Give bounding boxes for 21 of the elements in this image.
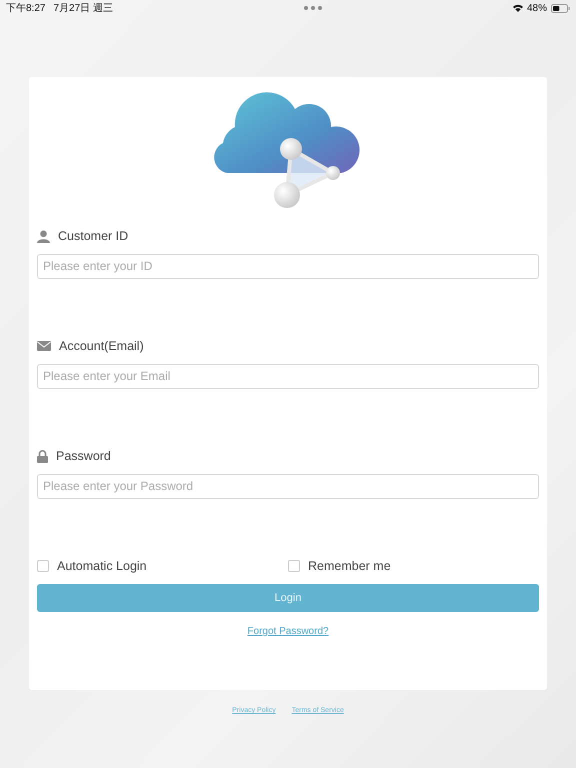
battery-icon — [550, 4, 570, 12]
checkbox-label[interactable]: Remember me — [308, 557, 391, 576]
input-field[interactable]: Please enter your ID — [37, 254, 539, 279]
checkbox[interactable] — [37, 560, 49, 572]
multitask-dots-icon[interactable] — [304, 6, 322, 10]
wifi-icon — [512, 4, 523, 12]
battery-percent: 48% — [526, 2, 547, 16]
status-time: 下午8:27 — [6, 2, 46, 16]
checkbox-label[interactable]: Automatic Login — [57, 557, 147, 576]
checkbox[interactable] — [288, 560, 300, 572]
field-label: Password — [56, 448, 111, 465]
lock-icon — [37, 450, 48, 463]
status-date: 7月27日 週三 — [53, 2, 113, 16]
login-button[interactable]: Login — [37, 584, 539, 612]
input-field[interactable]: Please enter your Email — [37, 364, 539, 389]
forgot-password-link[interactable]: Forgot Password? — [247, 626, 329, 637]
field-label: Account(Email) — [59, 338, 144, 355]
field-label: Customer ID — [58, 228, 128, 245]
input-field[interactable]: Please enter your Password — [37, 474, 539, 499]
envelope-icon — [37, 341, 51, 352]
person-icon — [37, 230, 50, 243]
